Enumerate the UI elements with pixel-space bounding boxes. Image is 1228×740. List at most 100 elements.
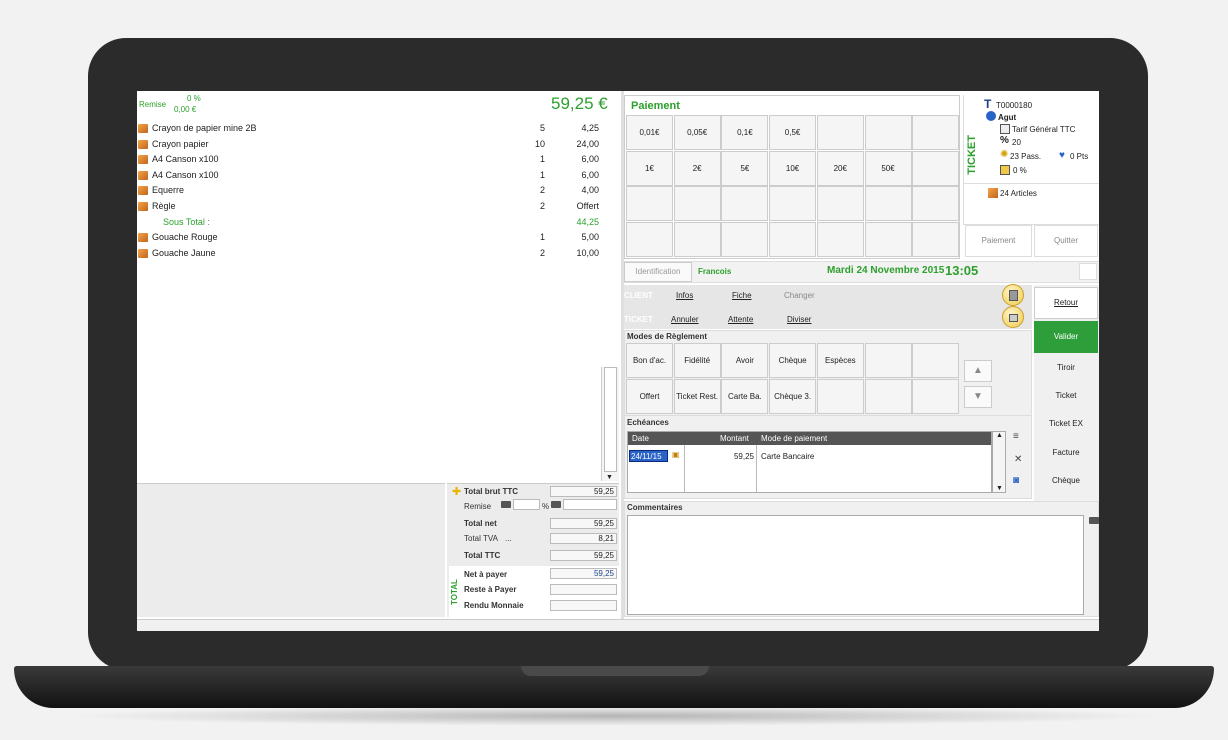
mode-empty-button[interactable] bbox=[864, 343, 912, 378]
commentaires-textarea[interactable] bbox=[627, 515, 1084, 615]
paiement-amount-button[interactable]: 1€ bbox=[626, 150, 673, 186]
mode-reglement-button[interactable]: Fidélité bbox=[673, 343, 721, 378]
paiement-empty-button[interactable] bbox=[769, 221, 817, 257]
paiement-empty-button[interactable] bbox=[912, 221, 960, 257]
paiement-empty-button[interactable] bbox=[912, 186, 960, 221]
paiement-empty-button[interactable] bbox=[864, 221, 912, 257]
corner-button[interactable] bbox=[1079, 263, 1097, 280]
ticket-line[interactable]: A4 Canson x100 1 6,00 bbox=[137, 152, 601, 168]
mode-empty-button[interactable] bbox=[912, 343, 960, 378]
scroll-up-button[interactable]: ▲ bbox=[964, 360, 992, 382]
scroll-down-arrow-icon[interactable]: ▼ bbox=[996, 485, 1003, 492]
paiement-empty-button[interactable] bbox=[673, 221, 721, 257]
calculator-icon[interactable] bbox=[1002, 284, 1024, 306]
scrollbar-thumb[interactable] bbox=[604, 367, 617, 472]
mode-empty-button[interactable] bbox=[912, 378, 960, 414]
echeances-table: Date Montant Mode de paiement 24/11/15 ▣… bbox=[627, 431, 992, 493]
paiement-amount-button[interactable]: 50€ bbox=[864, 150, 912, 186]
quitter-button[interactable]: Quitter bbox=[1034, 225, 1098, 257]
fiche-link[interactable]: Fiche bbox=[732, 291, 752, 300]
keyboard-icon[interactable] bbox=[551, 501, 561, 508]
paiement-amount-button[interactable]: 0,05€ bbox=[673, 115, 721, 150]
paiement-empty-button[interactable] bbox=[721, 186, 769, 221]
ticket-line[interactable]: Gouache Rouge 1 5,00 bbox=[137, 230, 601, 246]
paiement-empty-button[interactable] bbox=[673, 186, 721, 221]
mode-empty-button[interactable] bbox=[864, 378, 912, 414]
paiement-button[interactable]: Paiement bbox=[965, 225, 1032, 257]
ticket-line[interactable]: Gouache Jaune 2 10,00 bbox=[137, 246, 601, 262]
remise-percent-input[interactable] bbox=[563, 499, 617, 510]
calendar-icon[interactable]: ▣ bbox=[672, 450, 680, 459]
mode-cell[interactable]: Carte Bancaire bbox=[761, 452, 814, 461]
paiement-amount-button[interactable]: 0,5€ bbox=[769, 115, 817, 150]
paiement-amount-button[interactable]: 0,1€ bbox=[721, 115, 769, 150]
mode-reglement-button[interactable]: Ticket Rest. bbox=[673, 378, 721, 414]
ticket-percent-value: 20 bbox=[1012, 138, 1021, 147]
paiement-empty-button[interactable] bbox=[864, 186, 912, 221]
tva-details-button[interactable]: ... bbox=[505, 534, 512, 543]
paiement-empty-button[interactable] bbox=[769, 186, 817, 221]
paiement-empty-button[interactable] bbox=[626, 221, 673, 257]
col-header-montant: Montant bbox=[720, 434, 749, 443]
scroll-down-arrow-icon[interactable]: ▼ bbox=[606, 474, 613, 481]
paiement-empty-button[interactable] bbox=[912, 150, 960, 186]
ticket-line[interactable]: Crayon papier 10 24,00 bbox=[137, 137, 601, 153]
changer-link[interactable]: Changer bbox=[784, 291, 815, 300]
retour-button[interactable]: Retour bbox=[1034, 287, 1098, 319]
paiement-empty-button[interactable] bbox=[864, 115, 912, 150]
annuler-link[interactable]: Annuler bbox=[671, 315, 699, 324]
scroll-up-arrow-icon[interactable]: ▲ bbox=[996, 432, 1003, 439]
printer-icon[interactable] bbox=[1002, 306, 1024, 328]
mode-reglement-button[interactable]: Bon d'ac. bbox=[626, 343, 673, 378]
ticket-line[interactable]: Règle 2 Offert bbox=[137, 199, 601, 215]
facture-button[interactable]: Facture bbox=[1034, 448, 1098, 457]
paiement-empty-button[interactable] bbox=[816, 221, 864, 257]
date-cell-selected[interactable]: 24/11/15 bbox=[629, 450, 668, 462]
montant-cell[interactable]: 59,25 bbox=[688, 452, 754, 461]
mode-reglement-button[interactable]: Offert bbox=[626, 378, 673, 414]
mode-reglement-button[interactable]: Espèces bbox=[816, 343, 864, 378]
identification-tab[interactable]: Identification bbox=[624, 262, 692, 282]
bag-icon[interactable]: ◙ bbox=[1013, 475, 1019, 486]
ticket-line[interactable]: Crayon de papier mine 2B 5 4,25 bbox=[137, 121, 601, 137]
ticket-print-button[interactable]: Ticket bbox=[1034, 391, 1098, 400]
paiement-amount-button[interactable]: 0,01€ bbox=[626, 115, 673, 150]
infos-link[interactable]: Infos bbox=[676, 291, 693, 300]
line-amount: 4,25 bbox=[581, 123, 599, 133]
paiement-amount-button[interactable]: 10€ bbox=[769, 150, 817, 186]
paiement-amount-button[interactable]: 20€ bbox=[816, 150, 864, 186]
ticket-line[interactable]: Equerre 2 4,00 bbox=[137, 183, 601, 199]
paiement-amount-button[interactable]: 2€ bbox=[673, 150, 721, 186]
remise-amount-input[interactable] bbox=[513, 499, 540, 510]
modes-reglement-title: Modes de Règlement bbox=[627, 332, 708, 341]
mode-empty-button[interactable] bbox=[816, 378, 864, 414]
subtotal-row[interactable]: Sous Total : 44,25 bbox=[137, 215, 601, 231]
keyboard-icon[interactable] bbox=[1089, 517, 1099, 524]
mode-reglement-button[interactable]: Chèque 3. bbox=[769, 378, 817, 414]
ticket-line[interactable]: A4 Canson x100 1 6,00 bbox=[137, 168, 601, 184]
delete-icon[interactable]: ✕ bbox=[1014, 454, 1022, 465]
ticket-user: Agut bbox=[998, 113, 1017, 122]
echeances-scrollbar[interactable]: ▲ ▼ bbox=[992, 431, 1006, 493]
plus-icon[interactable]: ✚ bbox=[452, 487, 462, 498]
paiement-empty-button[interactable] bbox=[626, 186, 673, 221]
keyboard-icon[interactable] bbox=[501, 501, 511, 508]
paiement-empty-button[interactable] bbox=[816, 186, 864, 221]
attente-link[interactable]: Attente bbox=[728, 315, 753, 324]
add-line-icon[interactable]: ≡ bbox=[1013, 431, 1019, 442]
paiement-empty-button[interactable] bbox=[912, 115, 960, 150]
mode-reglement-button[interactable]: Avoir bbox=[721, 343, 769, 378]
ticket-ex-button[interactable]: Ticket EX bbox=[1034, 419, 1098, 428]
cheque-print-button[interactable]: Chèque bbox=[1034, 476, 1098, 485]
line-name: Gouache Rouge bbox=[152, 232, 218, 243]
diviser-link[interactable]: Diviser bbox=[787, 315, 811, 324]
ticket-lines-scrollbar[interactable]: ▼ bbox=[601, 367, 619, 481]
paiement-amount-button[interactable]: 5€ bbox=[721, 150, 769, 186]
mode-reglement-button[interactable]: Carte Ba. bbox=[721, 378, 769, 414]
scroll-down-button[interactable]: ▼ bbox=[964, 386, 992, 408]
tiroir-button[interactable]: Tiroir bbox=[1034, 363, 1098, 372]
mode-reglement-button[interactable]: Chèque bbox=[769, 343, 817, 378]
paiement-empty-button[interactable] bbox=[721, 221, 769, 257]
valider-button[interactable]: Valider bbox=[1034, 321, 1098, 353]
paiement-empty-button[interactable] bbox=[816, 115, 864, 150]
